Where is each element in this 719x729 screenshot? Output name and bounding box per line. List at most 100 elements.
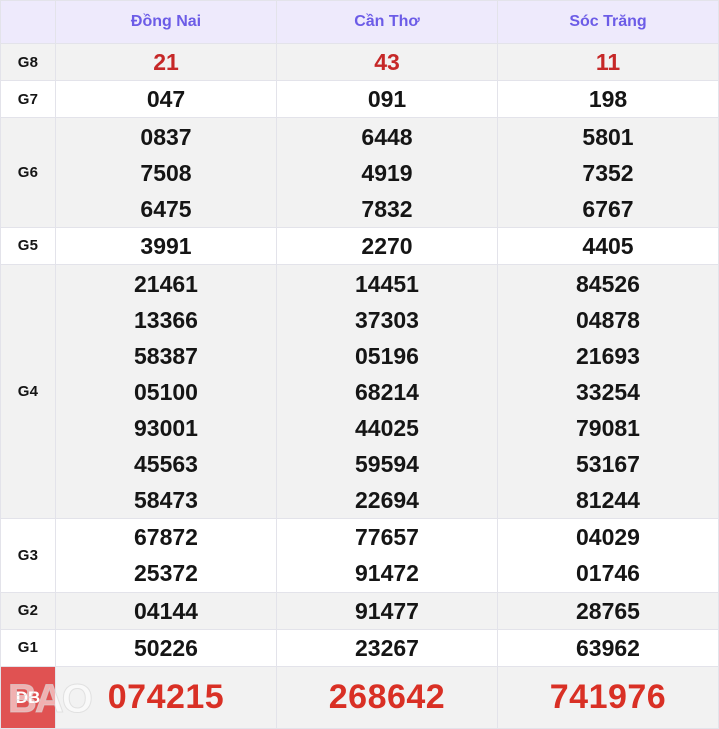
lottery-number: 43 <box>374 49 400 76</box>
prize-cell-g8-col3: 11 <box>497 42 719 82</box>
lottery-number: 63962 <box>576 634 640 661</box>
header-corner-cell <box>0 0 56 44</box>
lottery-results-table: Đồng Nai Cần Thơ Sóc Trăng G8 21 43 11 G7 047… <box>0 0 719 729</box>
prize-cell-g5-col2: 2270 <box>276 226 498 266</box>
prize-label-g8: G8 <box>0 42 56 82</box>
lottery-number: 4405 <box>582 232 634 259</box>
lottery-number: 01746 <box>576 560 640 587</box>
lottery-number: 04144 <box>134 597 198 624</box>
special-prize-cell-col2: 268642 <box>276 666 498 729</box>
prize-cell-g3-col2: 77657 91472 <box>276 518 498 593</box>
screenshot-root: Đồng Nai Cần Thơ Sóc Trăng G8 21 43 11 G7 047… <box>0 0 719 729</box>
lottery-number: 091 <box>367 86 407 113</box>
lottery-number: 59594 <box>355 450 419 477</box>
special-prize-row: DB 074215 268642 741976 <box>0 666 719 729</box>
table-row: G2 04144 91477 28765 <box>0 591 719 630</box>
prize-cell-g2-col3: 28765 <box>497 591 719 630</box>
prize-label-g1: G1 <box>0 628 56 668</box>
table-row: G4 21461 13366 58387 05100 93001 45563 58473 144… <box>0 264 719 520</box>
prize-label-g6: G6 <box>0 117 56 228</box>
special-prize-cell-col1: 074215 <box>55 666 277 729</box>
table-row: G6 0837 7508 6475 6448 4919 7832 5801 7352 6767 <box>0 117 719 228</box>
lottery-number: 3991 <box>140 232 192 259</box>
lottery-number: 21 <box>153 49 179 76</box>
lottery-number: 91472 <box>355 560 419 587</box>
prize-label-g5: G5 <box>0 226 56 266</box>
lottery-number: 28765 <box>576 597 640 624</box>
table-row: G1 50226 23267 63962 <box>0 628 719 668</box>
lottery-number: 05100 <box>134 378 198 405</box>
lottery-number: 91477 <box>355 597 419 624</box>
lottery-number: 21461 <box>134 270 198 297</box>
prize-cell-g1-col2: 23267 <box>276 628 498 668</box>
lottery-number: 58473 <box>134 486 198 513</box>
prize-cell-g7-col2: 091 <box>276 80 498 119</box>
special-prize-cell-col3: 741976 <box>497 666 719 729</box>
lottery-number: 79081 <box>576 414 640 441</box>
prize-label-g3: G3 <box>0 518 56 593</box>
lottery-number: 68214 <box>355 378 419 405</box>
lottery-number: 37303 <box>355 306 419 333</box>
prize-cell-g4-col1: 21461 13366 58387 05100 93001 45563 58473 <box>55 264 277 520</box>
prize-cell-g5-col1: 3991 <box>55 226 277 266</box>
prize-cell-g3-col3: 04029 01746 <box>497 518 719 593</box>
lottery-number: 04029 <box>576 524 640 551</box>
prize-cell-g2-col1: 04144 <box>55 591 277 630</box>
prize-cell-g5-col3: 4405 <box>497 226 719 266</box>
lottery-number: 5801 <box>582 123 634 150</box>
lottery-number: 53167 <box>576 450 640 477</box>
prize-cell-g8-col2: 43 <box>276 42 498 82</box>
lottery-number: 6767 <box>582 195 634 222</box>
prize-cell-g8-col1: 21 <box>55 42 277 82</box>
lottery-number: 05196 <box>355 342 419 369</box>
table-header: Đồng Nai Cần Thơ Sóc Trăng <box>0 0 719 44</box>
lottery-number: 6475 <box>140 195 192 222</box>
prize-cell-g6-col2: 6448 4919 7832 <box>276 117 498 228</box>
lottery-number: 7352 <box>582 159 634 186</box>
lottery-number: 44025 <box>355 414 419 441</box>
lottery-number: 58387 <box>134 342 198 369</box>
lottery-number: 45563 <box>134 450 198 477</box>
lottery-number: 93001 <box>134 414 198 441</box>
column-header-province-2[interactable]: Cần Thơ <box>276 0 498 44</box>
table-row: G3 67872 25372 77657 91472 04029 01746 <box>0 518 719 593</box>
prize-cell-g4-col2: 14451 37303 05196 68214 44025 59594 22694 <box>276 264 498 520</box>
prize-cell-g1-col1: 50226 <box>55 628 277 668</box>
table-body: G8 21 43 11 G7 047 091 198 G6 0837 7508 6475 6448 491… <box>0 42 719 729</box>
lottery-number: 77657 <box>355 524 419 551</box>
lottery-number: 6448 <box>361 123 413 150</box>
prize-cell-g4-col3: 84526 04878 21693 33254 79081 53167 81244 <box>497 264 719 520</box>
lottery-number: 22694 <box>355 486 419 513</box>
prize-label-g2: G2 <box>0 591 56 630</box>
lottery-number: 67872 <box>134 524 198 551</box>
lottery-number: 84526 <box>576 270 640 297</box>
lottery-number: 7832 <box>361 195 413 222</box>
lottery-number: 7508 <box>140 159 192 186</box>
lottery-number: 0837 <box>140 123 192 150</box>
lottery-number: 33254 <box>576 378 640 405</box>
prize-cell-g3-col1: 67872 25372 <box>55 518 277 593</box>
lottery-number: 14451 <box>355 270 419 297</box>
column-header-province-3[interactable]: Sóc Trăng <box>497 0 719 44</box>
lottery-number: 4919 <box>361 159 413 186</box>
lottery-number: 198 <box>588 86 628 113</box>
prize-cell-g6-col1: 0837 7508 6475 <box>55 117 277 228</box>
prize-cell-g2-col2: 91477 <box>276 591 498 630</box>
lottery-number: 21693 <box>576 342 640 369</box>
column-header-province-1[interactable]: Đồng Nai <box>55 0 277 44</box>
prize-cell-g7-col3: 198 <box>497 80 719 119</box>
prize-label-db: DB <box>0 666 56 729</box>
prize-cell-g7-col1: 047 <box>55 80 277 119</box>
lottery-number: 13366 <box>134 306 198 333</box>
header-row: Đồng Nai Cần Thơ Sóc Trăng <box>0 0 719 44</box>
lottery-number: 50226 <box>134 634 198 661</box>
prize-cell-g1-col3: 63962 <box>497 628 719 668</box>
prize-label-g7: G7 <box>0 80 56 119</box>
lottery-number: 04878 <box>576 306 640 333</box>
prize-label-g4: G4 <box>0 264 56 520</box>
prize-cell-g6-col3: 5801 7352 6767 <box>497 117 719 228</box>
lottery-number: 23267 <box>355 634 419 661</box>
lottery-number: 25372 <box>134 560 198 587</box>
lottery-number: 81244 <box>576 486 640 513</box>
lottery-number: 2270 <box>361 232 413 259</box>
